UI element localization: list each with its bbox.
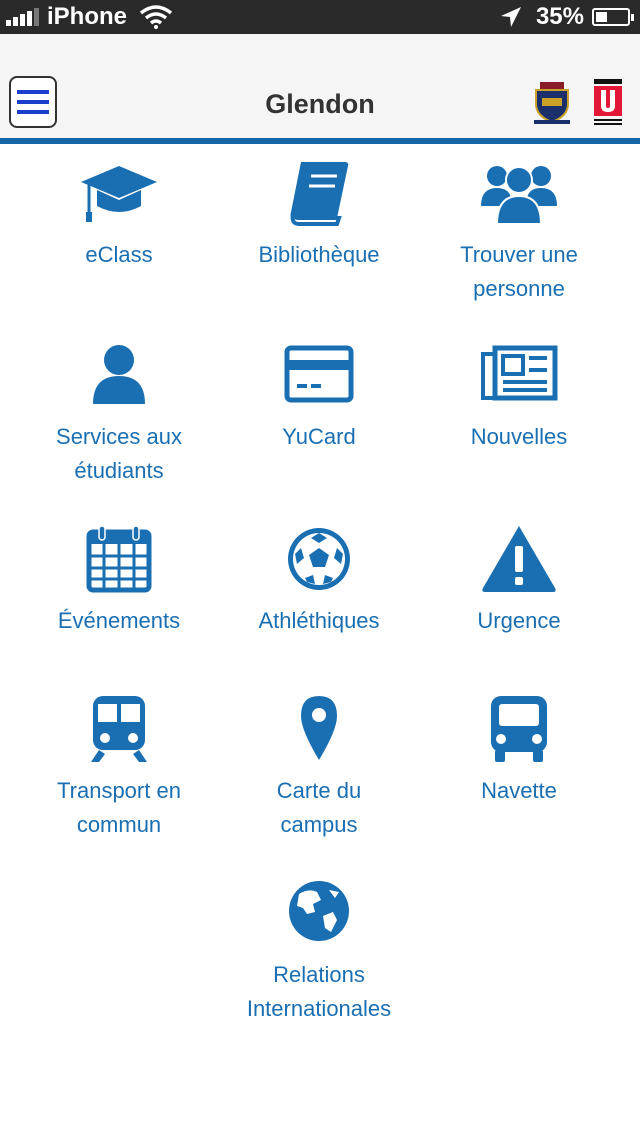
tile-label: eClass [85,242,153,267]
tile-carte-campus[interactable]: Carte du campus [219,694,419,842]
map-pin-icon [301,696,337,760]
globe-icon [289,881,349,941]
tile-bibliotheque[interactable]: Bibliothèque [219,158,419,272]
tile-services-etudiants[interactable]: Services aux étudiants [19,340,219,488]
tile-trouver-personne[interactable]: Trouver une personne [419,158,619,306]
battery-icon [592,8,634,26]
people-icon [481,166,557,225]
tile-label: Services aux étudiants [56,424,182,483]
tile-yucard[interactable]: YuCard [219,340,419,454]
tile-label: Transport en commun [57,778,181,837]
location-icon [500,7,521,27]
status-bar: iPhone 35% [0,0,640,34]
soccer-ball-icon [288,528,350,590]
warning-icon [482,526,556,592]
graduation-cap-icon [81,166,157,222]
train-icon [91,696,147,762]
newspaper-icon [481,345,558,401]
tile-label: Trouver une personne [460,242,578,301]
tile-relations-internationales[interactable]: Relations Internationales [219,878,419,1026]
tile-label: Relations Internationales [246,962,392,1021]
glendon-logo [534,82,570,124]
tile-eclass[interactable]: eClass [19,158,219,272]
tile-label: Navette [481,778,557,803]
signal-icon [6,8,41,26]
tile-label: Bibliothèque [258,242,380,267]
tile-urgence[interactable]: Urgence [419,524,619,638]
tile-nouvelles[interactable]: Nouvelles [419,340,619,454]
wifi-icon [139,5,173,29]
card-icon [284,345,354,403]
bus-icon [491,696,547,762]
tile-athlethiques[interactable]: Athléthiques [219,524,419,638]
york-logo [594,79,622,125]
tile-label: Carte du campus [276,778,362,837]
battery-percent: 35% [535,3,584,30]
tile-label: Urgence [477,608,561,633]
book-icon [290,162,349,226]
tile-transport-commun[interactable]: Transport en commun [19,694,219,842]
tile-label: Événements [57,608,181,633]
tile-label: Nouvelles [470,424,568,449]
tile-label: Athléthiques [258,608,380,633]
navigation-bar: Glendon [0,34,640,138]
person-icon [93,345,145,404]
tile-label: YuCard [282,424,356,449]
nav-divider [0,138,640,144]
tile-evenements[interactable]: Événements [19,524,219,638]
tile-navette[interactable]: Navette [419,694,619,808]
carrier-label: iPhone [47,3,128,30]
calendar-icon [86,525,152,593]
battery-fill [596,12,607,22]
